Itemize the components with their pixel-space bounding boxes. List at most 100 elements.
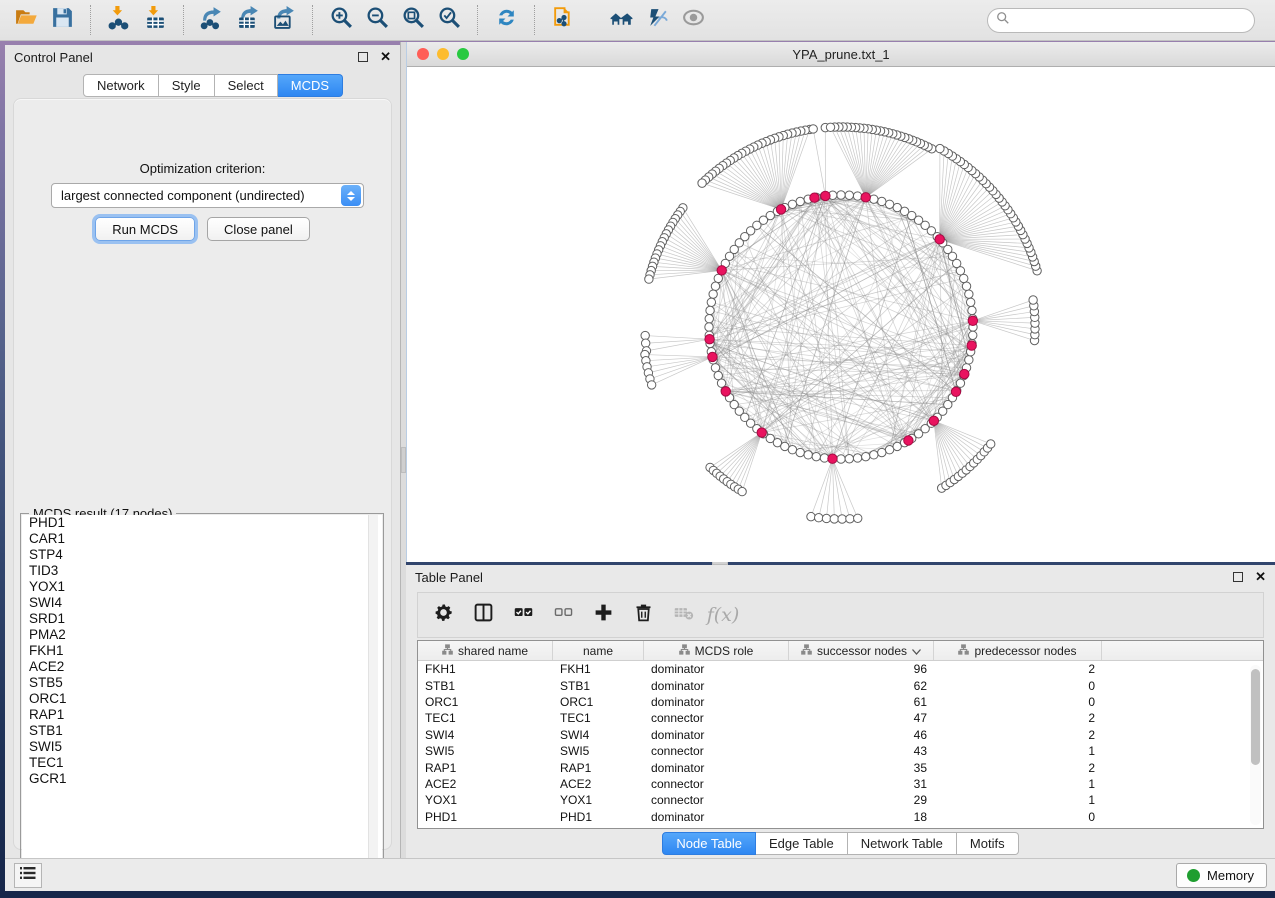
mcds-hub-node[interactable] bbox=[708, 352, 717, 361]
save-session-button[interactable] bbox=[44, 4, 80, 36]
network-node[interactable] bbox=[965, 290, 973, 298]
mcds-result-item[interactable]: YOX1 bbox=[22, 579, 382, 595]
mcds-hub-node[interactable] bbox=[960, 369, 969, 378]
network-node[interactable] bbox=[809, 125, 817, 133]
mcds-result-item[interactable]: ORC1 bbox=[22, 691, 382, 707]
mcds-result-item[interactable]: TEC1 bbox=[22, 755, 382, 771]
show-all-button[interactable] bbox=[675, 4, 711, 36]
network-node[interactable] bbox=[705, 323, 713, 331]
network-node[interactable] bbox=[853, 454, 861, 462]
network-node[interactable] bbox=[709, 290, 717, 298]
tab-motifs[interactable]: Motifs bbox=[957, 832, 1019, 855]
network-node[interactable] bbox=[838, 515, 846, 523]
deselect-all-button[interactable] bbox=[550, 602, 576, 628]
network-node[interactable] bbox=[830, 515, 838, 523]
mcds-result-item[interactable]: TID3 bbox=[22, 563, 382, 579]
mcds-result-item[interactable]: STB1 bbox=[22, 723, 382, 739]
close-panel-icon[interactable]: ✕ bbox=[380, 52, 391, 62]
network-node[interactable] bbox=[822, 514, 830, 522]
import-network-button[interactable] bbox=[101, 4, 137, 36]
mcds-hub-node[interactable] bbox=[968, 316, 977, 325]
table-row[interactable]: SWI4SWI4dominator462 bbox=[418, 727, 1263, 743]
mcds-hub-node[interactable] bbox=[757, 428, 766, 437]
mcds-result-item[interactable]: GCR1 bbox=[22, 771, 382, 787]
mcds-hub-node[interactable] bbox=[951, 387, 960, 396]
open-file-button[interactable] bbox=[8, 4, 44, 36]
delete-column-button[interactable] bbox=[630, 602, 656, 628]
table-row[interactable]: FKH1FKH1dominator962 bbox=[418, 661, 1263, 677]
table-row[interactable]: STB1STB1dominator620 bbox=[418, 677, 1263, 693]
mcds-result-item[interactable]: PHD1 bbox=[22, 515, 382, 531]
network-node[interactable] bbox=[796, 197, 804, 205]
network-node[interactable] bbox=[853, 192, 861, 200]
zoom-fit-button[interactable] bbox=[395, 4, 431, 36]
refresh-button[interactable] bbox=[488, 4, 524, 36]
run-mcds-button[interactable]: Run MCDS bbox=[95, 217, 195, 241]
network-node[interactable] bbox=[846, 515, 854, 523]
network-canvas[interactable] bbox=[407, 67, 1275, 562]
column-header-shared-name[interactable]: shared name bbox=[418, 641, 553, 660]
column-header-MCDS-role[interactable]: MCDS role bbox=[644, 641, 789, 660]
network-node[interactable] bbox=[738, 487, 746, 495]
network-node[interactable] bbox=[878, 448, 886, 456]
mcds-result-list[interactable]: PHD1CAR1STP4TID3YOX1SWI4SRD1PMA2FKH1ACE2… bbox=[22, 515, 382, 884]
network-node[interactable] bbox=[862, 452, 870, 460]
tab-edge-table[interactable]: Edge Table bbox=[756, 832, 848, 855]
function-builder-button[interactable]: f(x) bbox=[710, 602, 736, 628]
mcds-hub-node[interactable] bbox=[967, 341, 976, 350]
select-all-button[interactable] bbox=[510, 602, 536, 628]
network-node[interactable] bbox=[815, 514, 823, 522]
network-node[interactable] bbox=[878, 197, 886, 205]
mcds-result-item[interactable]: CAR1 bbox=[22, 531, 382, 547]
network-node[interactable] bbox=[804, 451, 812, 459]
add-column-button[interactable] bbox=[590, 602, 616, 628]
float-panel-icon[interactable] bbox=[358, 52, 368, 62]
network-node[interactable] bbox=[641, 339, 649, 347]
mcds-hub-node[interactable] bbox=[904, 436, 913, 445]
mcds-hub-node[interactable] bbox=[828, 454, 837, 463]
network-node[interactable] bbox=[870, 195, 878, 203]
mcds-result-item[interactable]: STP4 bbox=[22, 547, 382, 563]
network-node[interactable] bbox=[845, 455, 853, 463]
network-node[interactable] bbox=[854, 514, 862, 522]
table-row[interactable]: TEC1TEC1connector472 bbox=[418, 710, 1263, 726]
mcds-hub-node[interactable] bbox=[929, 416, 938, 425]
network-node[interactable] bbox=[987, 440, 995, 448]
network-node[interactable] bbox=[705, 315, 713, 323]
network-node[interactable] bbox=[1029, 296, 1037, 304]
network-node[interactable] bbox=[870, 451, 878, 459]
table-scrollbar[interactable] bbox=[1250, 665, 1261, 825]
tab-node-table[interactable]: Node Table bbox=[662, 832, 756, 855]
network-node[interactable] bbox=[796, 448, 804, 456]
zoom-in-button[interactable] bbox=[323, 4, 359, 36]
network-window-titlebar[interactable]: YPA_prune.txt_1 bbox=[407, 42, 1275, 67]
mcds-hub-node[interactable] bbox=[717, 266, 726, 275]
export-network-button[interactable] bbox=[194, 4, 230, 36]
float-panel-icon[interactable] bbox=[1233, 572, 1243, 582]
column-header-predecessor-nodes[interactable]: predecessor nodes bbox=[934, 641, 1102, 660]
network-node[interactable] bbox=[698, 179, 706, 187]
export-table-button[interactable] bbox=[230, 4, 266, 36]
close-panel-icon[interactable]: ✕ bbox=[1255, 572, 1266, 582]
network-node[interactable] bbox=[812, 452, 820, 460]
table-row[interactable]: RAP1RAP1dominator352 bbox=[418, 759, 1263, 775]
show-column-button[interactable] bbox=[470, 602, 496, 628]
network-node[interactable] bbox=[645, 275, 653, 283]
result-list-scrollbar[interactable] bbox=[368, 515, 378, 884]
network-node[interactable] bbox=[968, 306, 976, 314]
mcds-result-item[interactable]: SRD1 bbox=[22, 611, 382, 627]
mcds-result-item[interactable]: RAP1 bbox=[22, 707, 382, 723]
network-node[interactable] bbox=[966, 298, 974, 306]
table-settings-button[interactable] bbox=[430, 602, 456, 628]
network-node[interactable] bbox=[711, 364, 719, 372]
table-row[interactable]: PHD1PHD1dominator180 bbox=[418, 809, 1263, 825]
network-node[interactable] bbox=[969, 331, 977, 339]
mcds-result-item[interactable]: STB5 bbox=[22, 675, 382, 691]
mcds-hub-node[interactable] bbox=[705, 334, 714, 343]
zoom-out-button[interactable] bbox=[359, 4, 395, 36]
mcds-hub-node[interactable] bbox=[810, 193, 819, 202]
network-node[interactable] bbox=[706, 306, 714, 314]
table-row[interactable]: ACE2ACE2connector311 bbox=[418, 776, 1263, 792]
close-panel-button[interactable]: Close panel bbox=[207, 217, 310, 241]
mcds-hub-node[interactable] bbox=[935, 235, 944, 244]
